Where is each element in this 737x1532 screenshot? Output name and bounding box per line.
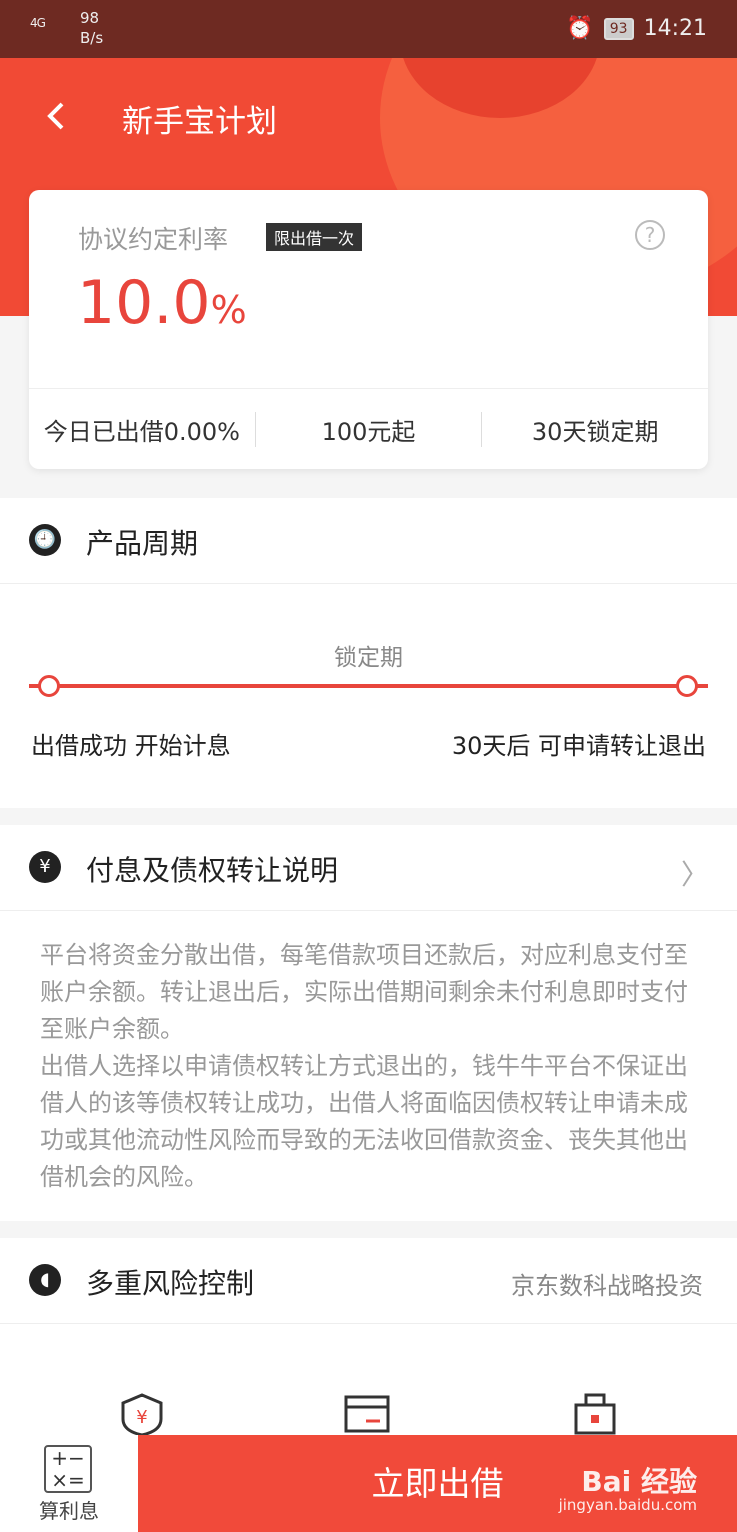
svg-text:¥: ¥	[136, 1407, 147, 1428]
clock: 14:21	[643, 16, 707, 41]
help-icon[interactable]: ?	[635, 220, 665, 250]
limit-badge: 限出借一次	[266, 223, 363, 251]
lock-label: 锁定期	[334, 645, 403, 671]
timeline-end-label: 30天后 可申请转让退出	[451, 732, 706, 760]
shield-icon: ◖	[29, 1264, 61, 1296]
case-icon	[574, 1393, 616, 1435]
calc-interest-button[interactable]: +− ×= 算利息	[0, 1435, 138, 1532]
section-title: 产品周期	[86, 527, 199, 560]
signal-icon: 4G	[30, 16, 46, 30]
section-title: 付息及债权转让说明	[86, 854, 339, 887]
rate-label: 协议约定利率	[78, 225, 229, 254]
timeline-start-dot	[38, 675, 60, 697]
page-title: 新手宝计划	[122, 104, 277, 140]
calc-label: 算利息	[39, 1499, 99, 1523]
timeline-end-dot	[676, 675, 698, 697]
cycle-section: 🕘 产品周期 锁定期 出借成功 开始计息 30天后 可申请转让退出	[0, 498, 737, 808]
rate-value: 10.0%	[77, 268, 247, 338]
watermark-url: jingyan.baidu.com	[558, 1496, 697, 1514]
interest-para-1: 平台将资金分散出借，每笔借款项目还款后，对应利息支付至账户余额。转让退出后，实际…	[40, 941, 688, 1043]
stat-today: 今日已出借0.00%	[43, 418, 240, 446]
rate-card: 协议约定利率 限出借一次 ? 10.0% 今日已出借0.00% 100元起 30…	[29, 190, 708, 469]
timeline-line	[29, 684, 708, 688]
shield-yen-icon: ¥	[121, 1393, 163, 1435]
alarm-icon: ⏰	[566, 16, 594, 41]
stat-lock: 30天锁定期	[481, 412, 708, 447]
card-icon	[344, 1395, 390, 1433]
clock-icon: 🕘	[29, 524, 61, 556]
baidu-watermark: Bai 经验	[581, 1465, 697, 1498]
network-speed: 98 B/s	[80, 9, 104, 47]
chevron-right-icon[interactable]: 〉	[681, 853, 709, 893]
status-bar: 4G 98 B/s ⏰ 93 14:21	[0, 0, 737, 58]
interest-section[interactable]: ¥ 付息及债权转让说明 〉 平台将资金分散出借，每笔借款项目还款后，对应利息支付…	[0, 825, 737, 1221]
risk-extra: 京东数科战略投资	[511, 1272, 703, 1300]
section-title: 多重风险控制	[86, 1267, 255, 1300]
calculator-icon: +− ×=	[44, 1445, 92, 1493]
yen-icon: ¥	[29, 851, 61, 883]
back-icon[interactable]	[40, 98, 76, 134]
interest-para-2: 出借人选择以申请债权转让方式退出的，钱牛牛平台不保证出借人的该等债权转让成功，出…	[40, 1052, 688, 1191]
stat-min: 100元起	[254, 412, 482, 447]
timeline-start-label: 出借成功 开始计息	[31, 732, 231, 760]
battery-icon: 93	[603, 17, 634, 40]
